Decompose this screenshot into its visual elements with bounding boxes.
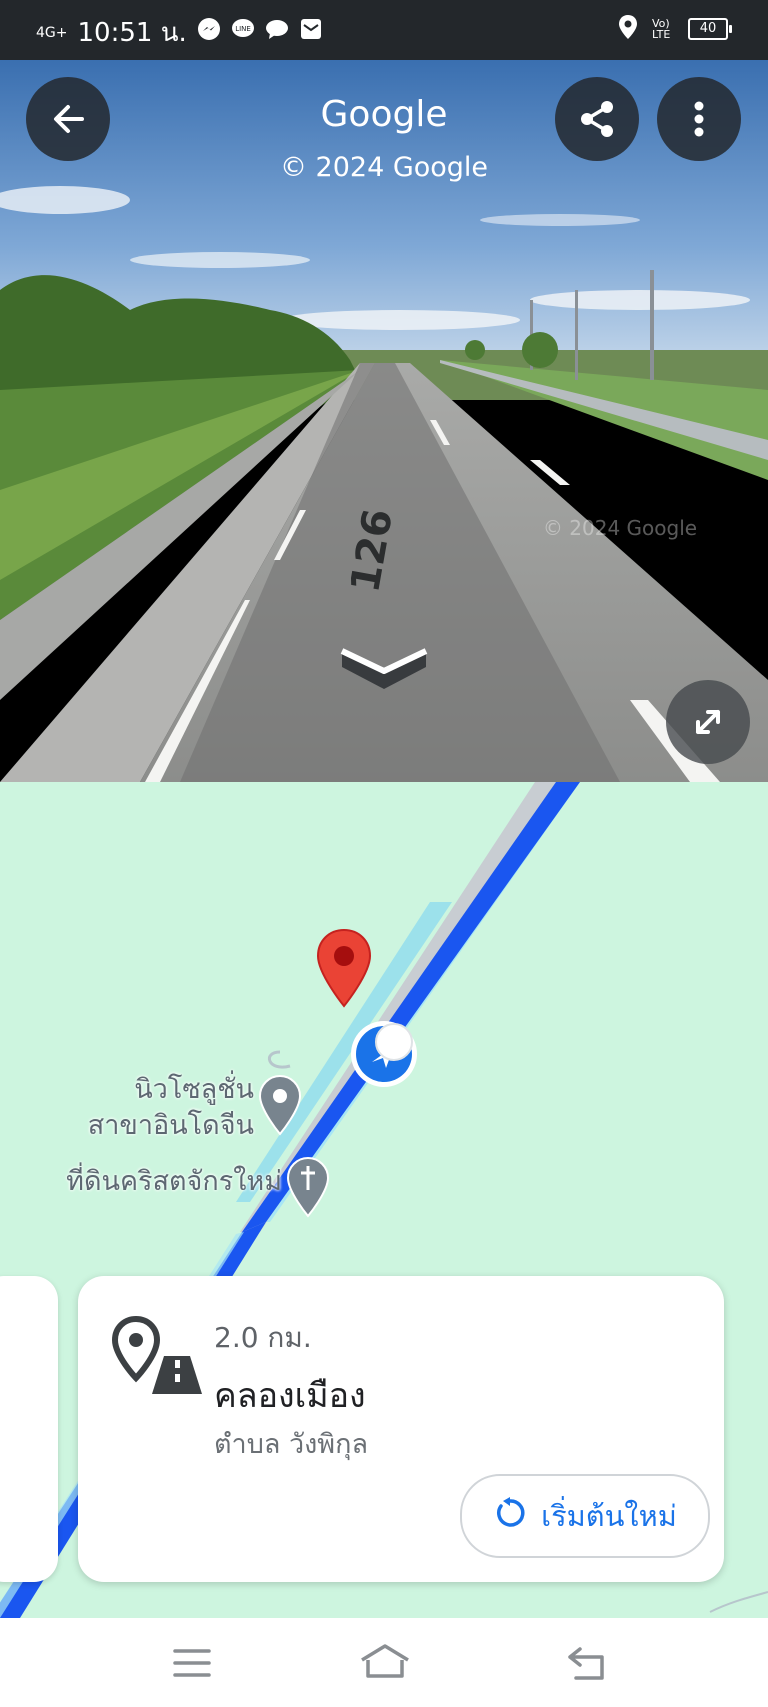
move-forward-button[interactable] <box>340 643 428 693</box>
church-icon[interactable] <box>286 1156 330 1222</box>
location-icon <box>618 14 638 44</box>
expand-button[interactable] <box>666 680 750 764</box>
street-view-watermark: © 2024 Google <box>543 516 697 540</box>
street-view-title: Google <box>320 94 448 135</box>
current-position-indicator[interactable] <box>348 1018 420 1094</box>
svg-text:LINE: LINE <box>235 25 251 33</box>
system-navigation-bar <box>0 1618 768 1707</box>
restart-button[interactable]: เริ่มต้นใหม่ <box>460 1474 710 1558</box>
place-subtitle: ตำบล วังพิกุล <box>214 1429 368 1460</box>
mail-icon <box>299 17 323 48</box>
chat-icon <box>265 17 289 48</box>
place-road-icon <box>111 1315 202 1400</box>
clock: 10:51 น. <box>77 18 187 48</box>
place-card[interactable]: 2.0 กม. คลองเมือง ตำบล วังพิกุล เริ่มต้น… <box>78 1276 724 1582</box>
network-indicator: 4G+ <box>36 24 68 41</box>
status-bar: 4G+ 10:51 น. LINE Vo) LTE 40 <box>0 0 768 60</box>
messenger-icon <box>197 17 221 48</box>
place-name: คลองเมือง <box>214 1376 366 1416</box>
back-icon[interactable] <box>566 1646 608 1686</box>
battery-icon: 40 <box>688 18 732 40</box>
volte-icon: Vo) LTE <box>652 17 671 41</box>
street-view-copyright: © 2024 Google <box>279 152 489 183</box>
home-icon[interactable] <box>358 1642 412 1686</box>
more-vert-icon <box>693 99 705 139</box>
poi-line-1: นิวโซลูชั่น <box>134 1074 254 1105</box>
line-icon: LINE <box>231 17 255 48</box>
share-icon <box>576 98 618 140</box>
more-options-button[interactable] <box>657 77 741 161</box>
chevron-down-icon <box>340 643 428 693</box>
place-distance: 2.0 กม. <box>214 1321 312 1354</box>
poi-label-church-land[interactable]: ที่ดินคริสตจักรใหม่ <box>20 1164 282 1200</box>
menu-icon[interactable] <box>172 1646 212 1684</box>
street-view-panel[interactable]: 126 © 2024 Google Google © 2024 Google <box>0 60 768 782</box>
share-button[interactable] <box>555 77 639 161</box>
poi-line-2: สาขาอินโดจีน <box>87 1110 254 1141</box>
poi-label-new-solution[interactable]: นิวโซลูชั่น สาขาอินโดจีน <box>60 1072 254 1144</box>
expand-icon <box>688 702 728 742</box>
place-pin-icon[interactable] <box>258 1074 302 1140</box>
restart-label: เริ่มต้นใหม่ <box>541 1499 677 1533</box>
red-location-marker[interactable] <box>316 928 372 1012</box>
restart-icon <box>493 1496 527 1537</box>
previous-place-card[interactable] <box>0 1276 58 1582</box>
